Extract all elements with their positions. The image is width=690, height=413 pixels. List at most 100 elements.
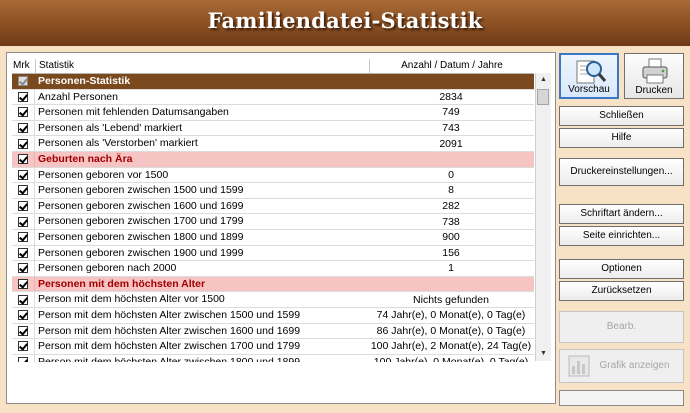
statistic-value: 100 Jahr(e), 2 Monat(e), 24 Tag(e) — [370, 340, 532, 353]
statistic-label: Geburten nach Ära — [34, 151, 368, 167]
table-row[interactable]: Person mit dem höchsten Alter zwischen 1… — [12, 323, 534, 340]
mark-checkbox[interactable] — [12, 105, 34, 120]
reset-button[interactable]: Zurücksetzen — [559, 281, 684, 301]
mark-checkbox[interactable] — [12, 214, 34, 229]
mark-checkbox[interactable] — [12, 355, 34, 362]
preview-button[interactable]: Vorschau — [559, 53, 619, 99]
header-mrk[interactable]: Mrk — [12, 59, 35, 73]
preview-button-label: Vorschau — [568, 84, 610, 95]
mark-checkbox[interactable] — [12, 136, 34, 151]
table-row[interactable]: Personen geboren nach 2000 1 — [12, 261, 534, 277]
table-row[interactable]: Personen geboren zwischen 1600 und 1699 2… — [12, 198, 534, 215]
chart-icon — [568, 355, 590, 377]
statistic-value: 2091 — [439, 137, 463, 150]
table-row[interactable]: Person mit dem höchsten Alter zwischen 1… — [12, 354, 534, 362]
statistic-value: 100 Jahr(e), 0 Monat(e), 0 Tag(e) — [373, 355, 529, 362]
checkmark-icon — [18, 341, 28, 352]
checkmark-icon — [18, 185, 28, 196]
checkmark-icon — [18, 294, 28, 305]
mark-checkbox[interactable] — [12, 90, 34, 105]
table-body: Personen-Statistik Anzahl Personen 2834 Per… — [12, 74, 534, 362]
checkmark-icon — [18, 325, 28, 336]
mark-checkbox[interactable] — [12, 183, 34, 198]
statistic-value: 749 — [442, 106, 460, 119]
statistic-value: 738 — [442, 215, 460, 228]
checkmark-icon — [18, 169, 28, 180]
table-row[interactable]: Personen geboren zwischen 1500 und 1599 8 — [12, 183, 534, 199]
mark-checkbox[interactable] — [12, 121, 34, 136]
table-row[interactable]: Personen geboren vor 1500 0 — [12, 167, 534, 184]
statistic-value: 743 — [442, 122, 460, 135]
checkmark-icon — [18, 310, 28, 321]
mark-checkbox[interactable] — [12, 246, 34, 261]
mark-checkbox[interactable] — [12, 261, 34, 276]
table-row[interactable]: Person mit dem höchsten Alter zwischen 1… — [12, 339, 534, 355]
mark-checkbox[interactable] — [12, 152, 34, 167]
change-font-button[interactable]: Schriftart ändern... — [559, 204, 684, 224]
statistic-value: 282 — [442, 200, 460, 213]
mark-checkbox[interactable] — [12, 339, 34, 354]
options-button[interactable]: Optionen — [559, 259, 684, 279]
print-button-label: Drucken — [635, 85, 673, 96]
table-header: Mrk Statistik Anzahl / Datum / Jahre — [12, 59, 534, 74]
mark-checkbox[interactable] — [12, 277, 34, 292]
scroll-up-arrow-icon[interactable]: ▲ — [536, 73, 551, 87]
checkmark-icon — [18, 279, 28, 290]
statistic-label: Personen geboren nach 2000 — [34, 261, 368, 276]
statistics-table[interactable]: Mrk Statistik Anzahl / Datum / Jahre Per… — [12, 59, 534, 362]
table-row[interactable]: Personen mit fehlenden Datumsangaben 749 — [12, 105, 534, 121]
statistic-label: Person mit dem höchsten Alter zwischen 1… — [34, 307, 368, 323]
statistic-value: 0 — [448, 168, 454, 181]
vertical-scrollbar[interactable]: ▲ ▼ — [535, 73, 551, 361]
table-row[interactable]: Personen geboren zwischen 1900 und 1999 1… — [12, 245, 534, 262]
scroll-down-arrow-icon[interactable]: ▼ — [536, 347, 551, 361]
header-value[interactable]: Anzahl / Datum / Jahre — [369, 59, 534, 73]
table-row[interactable]: Personen geboren zwischen 1800 und 1899 9… — [12, 229, 534, 246]
mark-checkbox[interactable] — [12, 168, 34, 183]
section-header-row[interactable]: Personen-Statistik — [12, 74, 534, 90]
printer-settings-button[interactable]: Druckereinstellungen... — [559, 158, 684, 186]
table-row[interactable]: Person mit dem höchsten Alter zwischen 1… — [12, 307, 534, 324]
mark-checkbox[interactable] — [12, 230, 34, 245]
table-row[interactable]: Personen als 'Lebend' markiert 743 — [12, 120, 534, 137]
section-header-row[interactable]: Geburten nach Ära — [12, 151, 534, 168]
statistic-label: Anzahl Personen — [34, 89, 368, 105]
checkmark-icon — [18, 91, 28, 102]
help-button[interactable]: Hilfe — [559, 128, 684, 148]
statistic-label: Personen geboren vor 1500 — [34, 167, 368, 183]
mark-checkbox[interactable] — [12, 292, 34, 307]
checkmark-icon — [18, 216, 28, 227]
close-button[interactable]: Schließen — [559, 106, 684, 126]
title-bar: Familiendatei-Statistik — [0, 0, 690, 46]
statistic-value: 86 Jahr(e), 0 Monat(e), 0 Tag(e) — [376, 324, 526, 337]
status-field — [559, 390, 684, 406]
checkmark-icon — [18, 123, 28, 134]
section-header-row[interactable]: Personen mit dem höchsten Alter — [12, 276, 534, 293]
statistic-value: 1 — [448, 262, 454, 275]
table-row[interactable]: Anzahl Personen 2834 — [12, 89, 534, 106]
header-statistik[interactable]: Statistik — [35, 59, 369, 73]
statistic-value: 74 Jahr(e), 0 Monat(e), 0 Tag(e) — [376, 309, 526, 322]
show-chart-label: Grafik anzeigen — [599, 360, 670, 371]
checkmark-icon — [18, 201, 28, 212]
statistic-value: 2834 — [439, 90, 463, 103]
mark-checkbox[interactable] — [12, 308, 34, 323]
edit-button[interactable]: Bearb. — [559, 311, 684, 343]
scroll-thumb[interactable] — [537, 89, 549, 105]
print-button[interactable]: Drucken — [624, 53, 684, 99]
table-row[interactable]: Personen geboren zwischen 1700 und 1799 7… — [12, 214, 534, 230]
statistic-value: Nichts gefunden — [413, 293, 489, 306]
checkmark-icon — [18, 356, 28, 362]
page-setup-button[interactable]: Seite einrichten... — [559, 226, 684, 246]
mark-checkbox[interactable] — [12, 199, 34, 214]
statistic-label: Personen geboren zwischen 1800 und 1899 — [34, 229, 368, 245]
statistic-label: Personen mit dem höchsten Alter — [34, 276, 368, 292]
table-row[interactable]: Person mit dem höchsten Alter vor 1500 Ni… — [12, 292, 534, 308]
mark-checkbox[interactable] — [12, 324, 34, 339]
checkmark-icon — [18, 263, 28, 274]
mark-checkbox[interactable] — [12, 74, 34, 89]
statistic-value: 156 — [442, 246, 460, 259]
show-chart-button[interactable]: Grafik anzeigen — [559, 349, 684, 383]
table-row[interactable]: Personen als 'Verstorben' markiert 2091 — [12, 136, 534, 152]
printer-icon — [642, 58, 668, 84]
